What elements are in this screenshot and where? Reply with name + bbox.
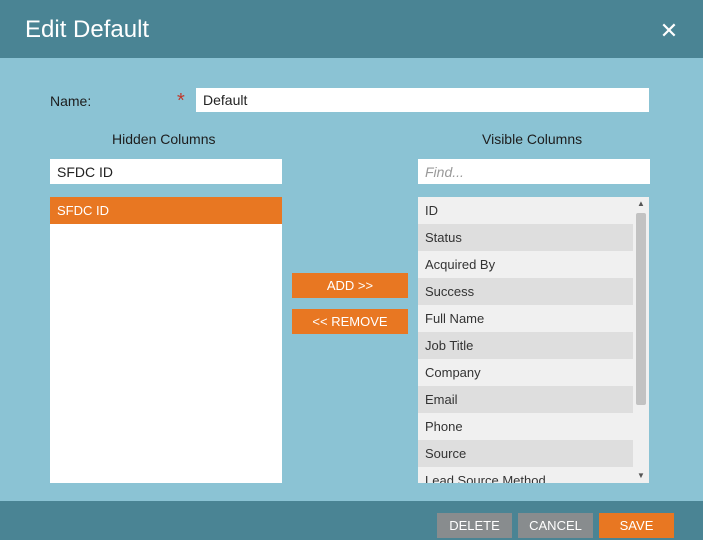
name-input[interactable] xyxy=(196,88,649,112)
visible-column-item[interactable]: Acquired By xyxy=(418,251,633,278)
visible-column-item[interactable]: Company xyxy=(418,359,633,386)
remove-button[interactable]: << REMOVE xyxy=(292,309,408,334)
visible-column-item[interactable]: Source xyxy=(418,440,633,467)
delete-button[interactable]: DELETE xyxy=(437,513,512,538)
visible-column-item[interactable]: Full Name xyxy=(418,305,633,332)
hidden-column-item[interactable]: SFDC ID xyxy=(50,197,282,224)
hidden-columns-list[interactable]: SFDC ID xyxy=(50,197,282,483)
visible-columns-find-input[interactable] xyxy=(418,159,650,184)
required-marker: * xyxy=(177,90,185,112)
visible-column-item[interactable]: Phone xyxy=(418,413,633,440)
scroll-thumb[interactable] xyxy=(636,213,646,405)
scroll-up-arrow-icon[interactable]: ▲ xyxy=(633,197,649,211)
visible-column-item[interactable]: Job Title xyxy=(418,332,633,359)
cancel-button[interactable]: CANCEL xyxy=(518,513,593,538)
edit-default-dialog: Edit Default ✕ Name: * Hidden Columns Vi… xyxy=(0,0,703,540)
visible-column-item[interactable]: ID xyxy=(418,197,633,224)
visible-columns-header: Visible Columns xyxy=(482,131,583,147)
scroll-down-arrow-icon[interactable]: ▼ xyxy=(633,469,649,483)
visible-column-item[interactable]: Email xyxy=(418,386,633,413)
dialog-titlebar: Edit Default ✕ xyxy=(0,0,703,58)
close-icon[interactable]: ✕ xyxy=(656,18,682,44)
dialog-footer xyxy=(0,501,703,540)
visible-columns-list[interactable]: ID Status Acquired By Success Full Name Job T… xyxy=(418,197,649,483)
save-button[interactable]: SAVE xyxy=(599,513,674,538)
visible-column-item[interactable]: Lead Source Method xyxy=(418,467,633,483)
dialog-title: Edit Default xyxy=(25,16,150,43)
add-button[interactable]: ADD >> xyxy=(292,273,408,298)
visible-columns-scrollbar[interactable]: ▲ ▼ xyxy=(633,197,649,483)
name-label: Name: xyxy=(50,93,92,109)
hidden-columns-header: Hidden Columns xyxy=(112,131,216,147)
hidden-columns-filter-input[interactable] xyxy=(50,159,282,184)
visible-column-item[interactable]: Success xyxy=(418,278,633,305)
visible-column-item[interactable]: Status xyxy=(418,224,633,251)
